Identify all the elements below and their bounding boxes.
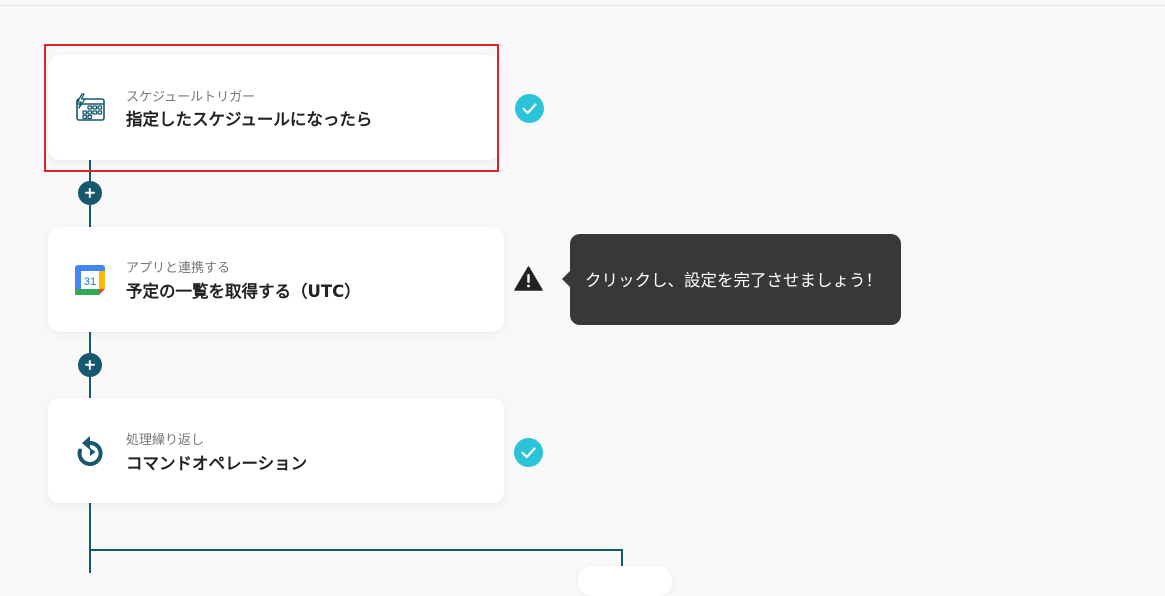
step-subtitle: スケジュールトリガー bbox=[126, 90, 256, 105]
calendar-day-number: 31 bbox=[84, 276, 96, 288]
check-circle-icon bbox=[515, 94, 544, 123]
flow-step-schedule-trigger[interactable]: スケジュールトリガー 指定したスケジュールになったら bbox=[48, 55, 500, 160]
flow-step-google-calendar[interactable]: 31 アプリと連携する 予定の一覧を取得する（UTC） bbox=[48, 227, 504, 332]
next-step-card-partial[interactable] bbox=[578, 566, 672, 596]
check-circle-icon bbox=[514, 438, 543, 467]
step-title: 指定したスケジュールになったら bbox=[126, 110, 373, 129]
step-title: 予定の一覧を取得する（UTC） bbox=[126, 282, 361, 301]
schedule-trigger-icon bbox=[74, 92, 106, 124]
step-subtitle: 処理繰り返し bbox=[126, 433, 205, 448]
flow-step-loop[interactable]: 処理繰り返し コマンドオペレーション bbox=[48, 398, 504, 503]
loop-icon bbox=[74, 435, 106, 467]
setup-tooltip: クリックし、設定を完了させましょう！ bbox=[562, 234, 901, 325]
flow-connector-3 bbox=[89, 503, 91, 573]
tooltip-text: クリックし、設定を完了させましょう！ bbox=[585, 271, 882, 290]
step-subtitle: アプリと連携する bbox=[126, 261, 231, 276]
warning-icon bbox=[514, 266, 543, 291]
add-step-button[interactable] bbox=[78, 353, 102, 377]
loop-branch-line bbox=[89, 549, 623, 551]
step-title: コマンドオペレーション bbox=[126, 454, 308, 473]
google-calendar-icon: 31 bbox=[74, 264, 106, 296]
top-divider bbox=[0, 5, 1165, 6]
add-step-button[interactable] bbox=[78, 181, 102, 205]
